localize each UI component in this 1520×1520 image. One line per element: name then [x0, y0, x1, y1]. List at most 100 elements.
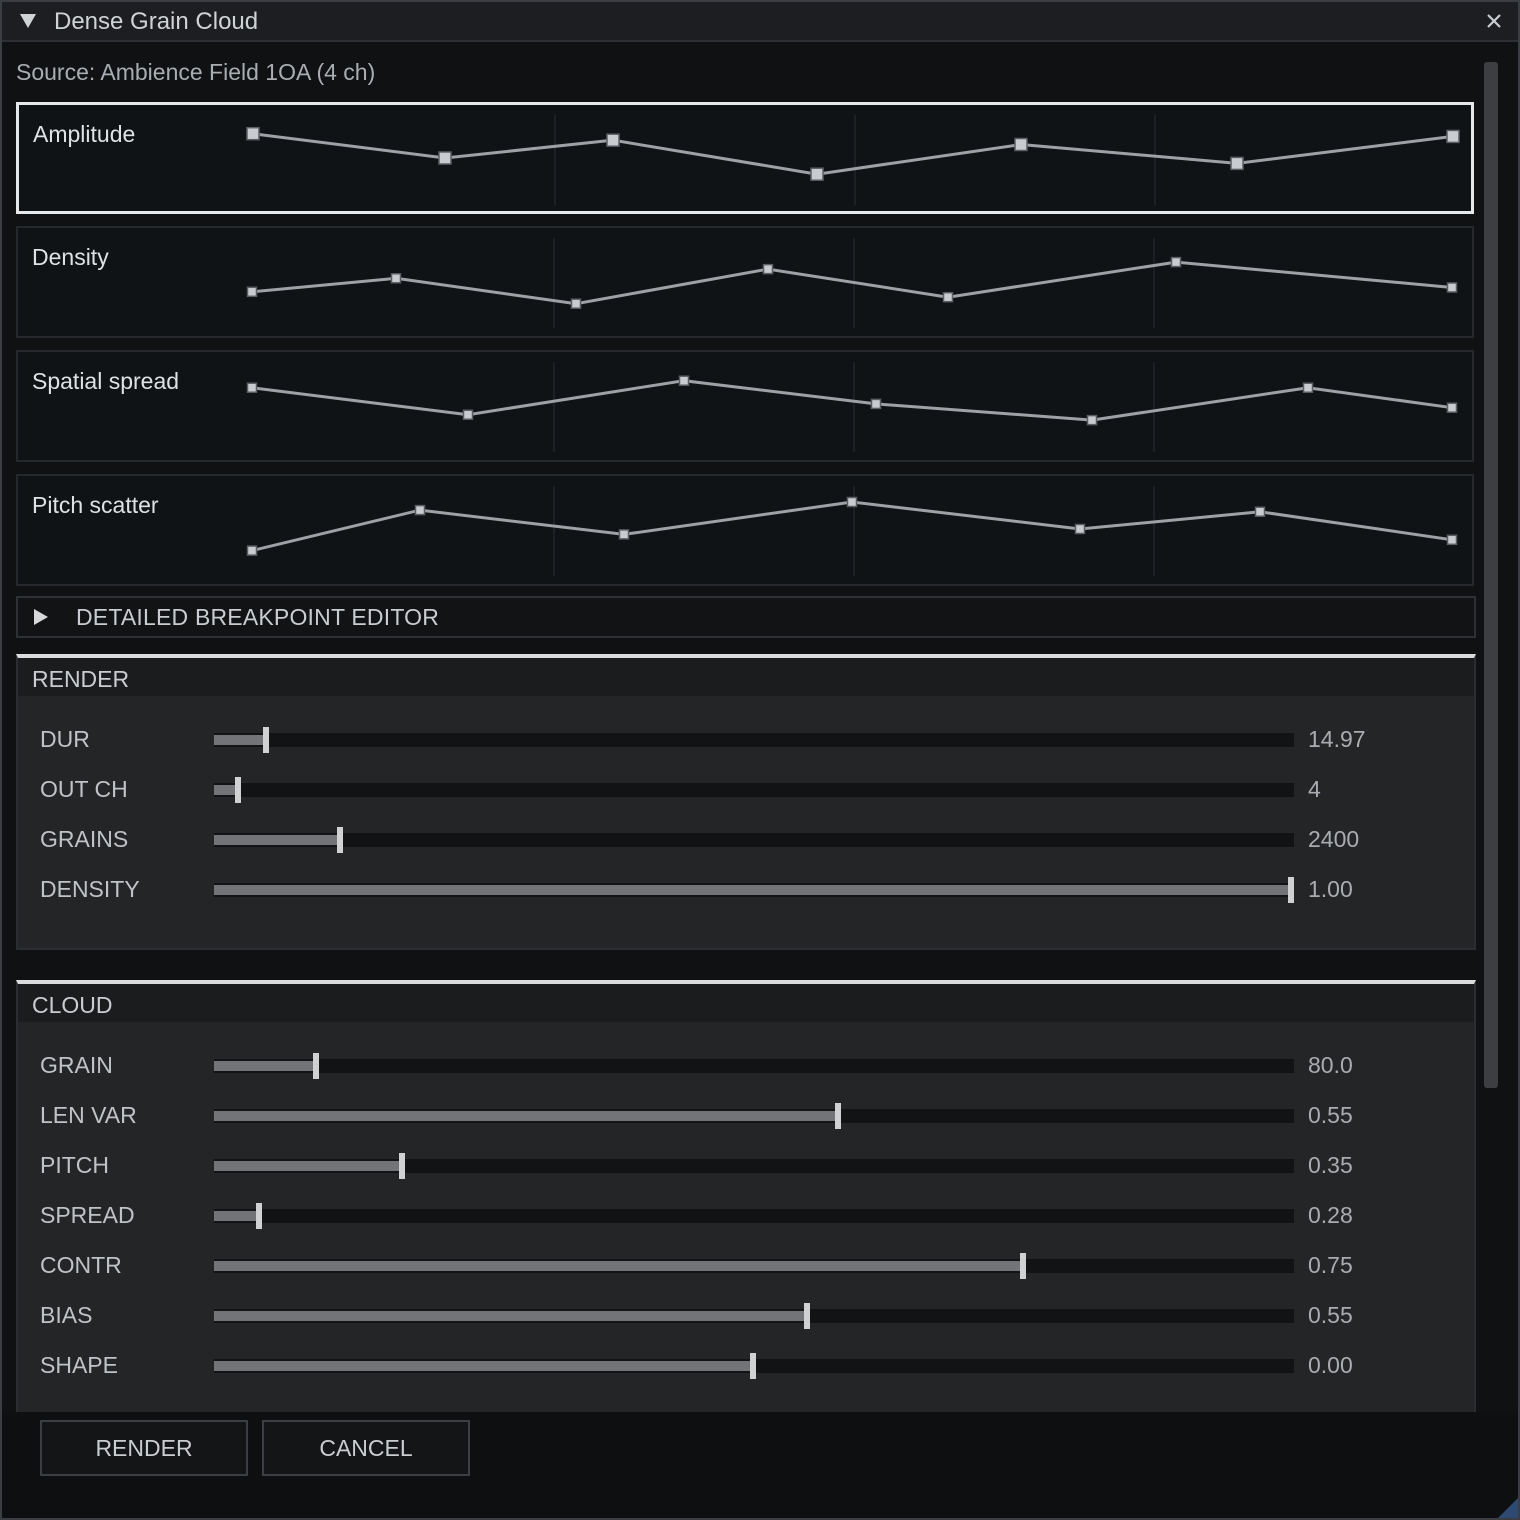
cloud-section-header[interactable]: CLOUD [18, 984, 1474, 1022]
slider-handle[interactable] [234, 777, 241, 803]
envelope-panel[interactable]: Amplitude [16, 102, 1474, 214]
param-slider[interactable] [214, 1153, 1294, 1179]
param-value[interactable]: 2400 [1308, 826, 1359, 853]
param-label: DUR [40, 726, 90, 752]
title-bar[interactable]: Dense Grain Cloud [2, 2, 1518, 42]
slider-fill [214, 1111, 839, 1121]
envelope-panel[interactable]: Density [16, 226, 1474, 338]
breakpoint-handle[interactable] [678, 375, 690, 386]
param-label: DENSITY [40, 876, 140, 902]
dialog-window: Dense Grain Cloud Source: Ambience Field… [0, 0, 1520, 1520]
breakpoint-handle[interactable] [1014, 137, 1028, 152]
breakpoint-handle[interactable] [1254, 506, 1266, 517]
slider-fill [214, 885, 1291, 895]
param-label: OUT CH [40, 776, 128, 802]
render-button[interactable]: RENDER [40, 1420, 248, 1476]
param-slider[interactable] [214, 877, 1294, 903]
param-label: PITCH [40, 1152, 109, 1178]
slider-handle[interactable] [256, 1203, 263, 1229]
slider-handle[interactable] [1287, 877, 1294, 903]
envelope-panel[interactable]: Spatial spread [16, 350, 1474, 462]
slider-fill [214, 735, 266, 745]
breakpoint-handle[interactable] [1302, 382, 1314, 393]
param-label: CONTR [40, 1252, 122, 1278]
breakpoint-handle[interactable] [246, 382, 258, 393]
breakpoint-handle[interactable] [462, 409, 474, 420]
breakpoint-handle[interactable] [618, 529, 630, 540]
scrollbar-thumb[interactable] [1484, 62, 1498, 1088]
param-slider[interactable] [214, 827, 1294, 853]
breakpoint-handle[interactable] [810, 167, 824, 181]
envelope-curve-area[interactable] [18, 228, 1472, 336]
param-slider[interactable] [214, 1103, 1294, 1129]
breakpoint-handle[interactable] [246, 126, 260, 141]
slider-handle[interactable] [312, 1053, 319, 1079]
close-icon[interactable] [1484, 11, 1504, 31]
slider-fill [214, 1161, 402, 1171]
envelope-curve [251, 379, 1453, 422]
envelope-curve-area[interactable] [18, 476, 1472, 584]
breakpoint-handle[interactable] [1074, 523, 1086, 535]
breakpoint-handle[interactable] [570, 298, 582, 309]
source-label: Source: Ambience Field 1OA (4 ch) [16, 59, 376, 85]
breakpoint-handle[interactable] [870, 398, 882, 410]
resize-grip-icon[interactable] [1498, 1498, 1518, 1518]
param-label: SPREAD [40, 1202, 135, 1228]
breakpoint-editor-toggle[interactable]: DETAILED BREAKPOINT EDITOR [16, 596, 1476, 638]
breakpoint-handle[interactable] [606, 133, 620, 147]
dialog-content[interactable]: Source: Ambience Field 1OA (4 ch) Amplit… [2, 44, 1482, 1412]
window-title: Dense Grain Cloud [54, 8, 259, 35]
slider-handle[interactable] [803, 1303, 810, 1329]
breakpoint-handle[interactable] [390, 273, 402, 284]
breakpoint-handle[interactable] [1086, 414, 1098, 426]
param-value[interactable]: 0.00 [1308, 1352, 1353, 1379]
param-value[interactable]: 80.0 [1308, 1052, 1353, 1079]
slider-handle[interactable] [835, 1103, 842, 1129]
breakpoint-handle[interactable] [1230, 156, 1244, 171]
breakpoint-handle[interactable] [246, 286, 258, 298]
param-value[interactable]: 1.00 [1308, 876, 1353, 903]
cloud-section: CLOUD GRAIN 80.0 LEN VAR 0.55 PITCH 0.35 SPREA… [16, 980, 1476, 1412]
render-section: RENDER DUR 14.97 OUT CH 4 GRAINS 2400 DENSITY 1… [16, 654, 1476, 950]
breakpoint-handle[interactable] [1446, 129, 1460, 144]
breakpoint-handle[interactable] [1446, 402, 1458, 413]
breakpoint-handle[interactable] [846, 496, 858, 508]
slider-handle[interactable] [1019, 1253, 1026, 1279]
param-value[interactable]: 0.55 [1308, 1102, 1353, 1129]
breakpoint-handle[interactable] [942, 291, 954, 303]
param-value[interactable]: 4 [1308, 776, 1321, 803]
param-slider[interactable] [214, 777, 1294, 803]
param-value[interactable]: 0.55 [1308, 1302, 1353, 1329]
cancel-button[interactable]: CANCEL [262, 1420, 470, 1476]
slider-fill [214, 1361, 753, 1371]
breakpoint-handle[interactable] [438, 151, 452, 165]
breakpoint-handle[interactable] [246, 545, 258, 556]
slider-handle[interactable] [337, 827, 344, 853]
breakpoint-handle[interactable] [1170, 256, 1182, 268]
breakpoint-handle[interactable] [1446, 282, 1458, 293]
slider-handle[interactable] [749, 1353, 756, 1379]
param-slider[interactable] [214, 727, 1294, 753]
param-slider[interactable] [214, 1203, 1294, 1229]
breakpoint-handle[interactable] [762, 263, 774, 275]
breakpoint-editor-label: DETAILED BREAKPOINT EDITOR [76, 604, 440, 630]
param-slider[interactable] [214, 1253, 1294, 1279]
envelope-curve-area[interactable] [18, 352, 1472, 460]
slider-fill [214, 835, 341, 845]
param-value[interactable]: 14.97 [1308, 726, 1366, 753]
envelope-panel[interactable]: Pitch scatter [16, 474, 1474, 586]
triangle-down-icon[interactable] [18, 11, 38, 31]
param-value[interactable]: 0.35 [1308, 1152, 1353, 1179]
param-slider[interactable] [214, 1353, 1294, 1379]
slider-handle[interactable] [398, 1153, 405, 1179]
slider-fill [214, 1311, 807, 1321]
breakpoint-handle[interactable] [414, 504, 426, 516]
envelope-curve-area[interactable] [19, 105, 1473, 213]
render-section-header[interactable]: RENDER [18, 658, 1474, 696]
param-value[interactable]: 0.28 [1308, 1202, 1353, 1229]
param-slider[interactable] [214, 1053, 1294, 1079]
slider-handle[interactable] [262, 727, 269, 753]
param-slider[interactable] [214, 1303, 1294, 1329]
breakpoint-handle[interactable] [1446, 534, 1458, 546]
param-value[interactable]: 0.75 [1308, 1252, 1353, 1279]
